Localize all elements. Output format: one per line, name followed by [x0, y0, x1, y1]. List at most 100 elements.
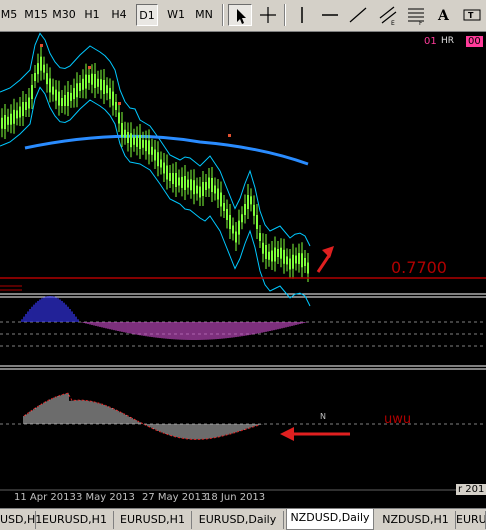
vertical-line-icon[interactable] — [290, 4, 314, 26]
candle-body — [169, 173, 171, 181]
candle-body — [295, 255, 297, 264]
candle-body — [184, 176, 186, 190]
date-label: 18 Jun 2013 — [205, 492, 266, 503]
toolbar-separator — [222, 4, 224, 26]
candle-body — [22, 102, 24, 116]
candle-body — [4, 115, 6, 129]
candle-body — [229, 215, 231, 229]
candle-body — [163, 162, 165, 174]
candle-body — [247, 195, 249, 209]
candle-body — [262, 242, 264, 254]
cursor-icon[interactable] — [228, 4, 252, 26]
candle-body — [91, 73, 93, 85]
candle-body — [139, 135, 141, 149]
candle-body — [271, 250, 273, 262]
candle-body — [13, 109, 15, 124]
candle-body — [118, 112, 120, 124]
fractal-marker — [118, 102, 121, 105]
candle-body — [88, 74, 90, 83]
tab-eurusd-h1[interactable]: EURUSD,H1 — [114, 511, 192, 529]
candle-body — [52, 86, 54, 95]
candle-body — [121, 123, 123, 137]
timeframe-w1-button[interactable]: W1 — [164, 4, 188, 26]
chart-toolbar: M5 M15 M30 H1 H4 D1 W1 MN E F A T — [0, 0, 486, 32]
text-label-icon[interactable]: T — [460, 4, 484, 26]
candle-body — [79, 83, 81, 91]
candle-body — [214, 185, 216, 194]
timeframe-m30-button[interactable]: M30 — [52, 4, 76, 26]
candle-body — [172, 173, 174, 184]
candle-body — [166, 165, 168, 180]
candle-body — [94, 74, 96, 88]
candle-body — [127, 132, 129, 143]
candle-body — [292, 254, 294, 269]
candle-body — [151, 146, 153, 155]
candle-body — [277, 249, 279, 257]
timeframe-mn-button[interactable]: MN — [192, 4, 216, 26]
candle-body — [7, 116, 9, 125]
candle-body — [109, 87, 111, 99]
equidistant-channel-icon[interactable]: E — [376, 4, 400, 26]
tab-eurusd-h1[interactable]: EURUSD,H1 — [456, 511, 486, 529]
candle-body — [148, 140, 150, 155]
price-chart[interactable]: 01 HR 00 0.7700 uwu N 11 Apr 2013 3 May … — [0, 32, 486, 508]
candle-body — [217, 188, 219, 200]
timeframe-m15-button[interactable]: M15 — [24, 4, 48, 26]
candle-body — [157, 152, 159, 167]
candle-body — [307, 262, 309, 274]
candle-body — [82, 78, 84, 90]
toolbar-separator — [284, 4, 286, 26]
candle-body — [274, 247, 276, 262]
candle-body — [19, 106, 21, 118]
candle-body — [103, 80, 105, 94]
candle-body — [205, 182, 207, 190]
svg-text:F: F — [419, 20, 423, 26]
svg-text:T: T — [468, 11, 474, 20]
trendline-icon[interactable] — [346, 4, 370, 26]
candle-body — [73, 88, 75, 100]
candle-body — [28, 97, 30, 109]
candle-body — [190, 179, 192, 191]
tab-eurusd-daily[interactable]: EURUSD,Daily — [192, 511, 284, 529]
top-right-flag: 01 — [424, 36, 437, 47]
top-right-flag: HR — [441, 36, 455, 46]
candle-body — [283, 249, 285, 264]
crosshair-icon[interactable] — [256, 4, 280, 26]
candle-body — [193, 180, 195, 195]
candle-body — [25, 102, 27, 110]
candle-body — [37, 63, 39, 75]
timeframe-m5-button[interactable]: M5 — [0, 4, 18, 26]
candle-body — [61, 98, 63, 106]
left-arrow-head — [280, 427, 294, 441]
timeframe-h4-button[interactable]: H4 — [108, 4, 130, 26]
tab-eurusd-h1[interactable]: EURUSD,H1 — [36, 511, 114, 529]
candle-body — [211, 178, 213, 192]
candle-body — [106, 85, 108, 94]
candle-body — [64, 95, 66, 106]
candle-body — [253, 204, 255, 216]
candle-body — [154, 149, 156, 161]
candle-body — [43, 64, 45, 73]
candle-body — [223, 203, 225, 211]
candle-body — [298, 253, 300, 265]
date-label: 27 May 2013 — [142, 492, 208, 503]
candle-body — [289, 258, 291, 270]
candle-body — [226, 209, 228, 220]
candle-body — [181, 176, 183, 188]
candle-body — [130, 133, 132, 148]
tab-usd-h1[interactable]: USD,H1 — [0, 511, 42, 529]
fibonacci-icon[interactable]: F — [404, 4, 428, 26]
timeframe-h1-button[interactable]: H1 — [82, 4, 102, 26]
candle-body — [268, 251, 270, 260]
text-icon[interactable]: A — [432, 4, 456, 26]
horizontal-line-icon[interactable] — [318, 4, 342, 26]
candle-body — [238, 220, 240, 235]
tab-nzdusd-h1[interactable]: NZDUSD,H1 — [376, 511, 456, 529]
candle-body — [304, 258, 306, 266]
up-arrow-shape — [316, 253, 332, 273]
tab-nzdusd-daily[interactable]: NZDUSD,Daily — [286, 509, 374, 530]
timeframe-d1-button[interactable]: D1 — [136, 4, 158, 26]
svg-text:A: A — [437, 8, 450, 24]
fractal-marker — [88, 66, 91, 69]
candle-body — [55, 89, 57, 101]
